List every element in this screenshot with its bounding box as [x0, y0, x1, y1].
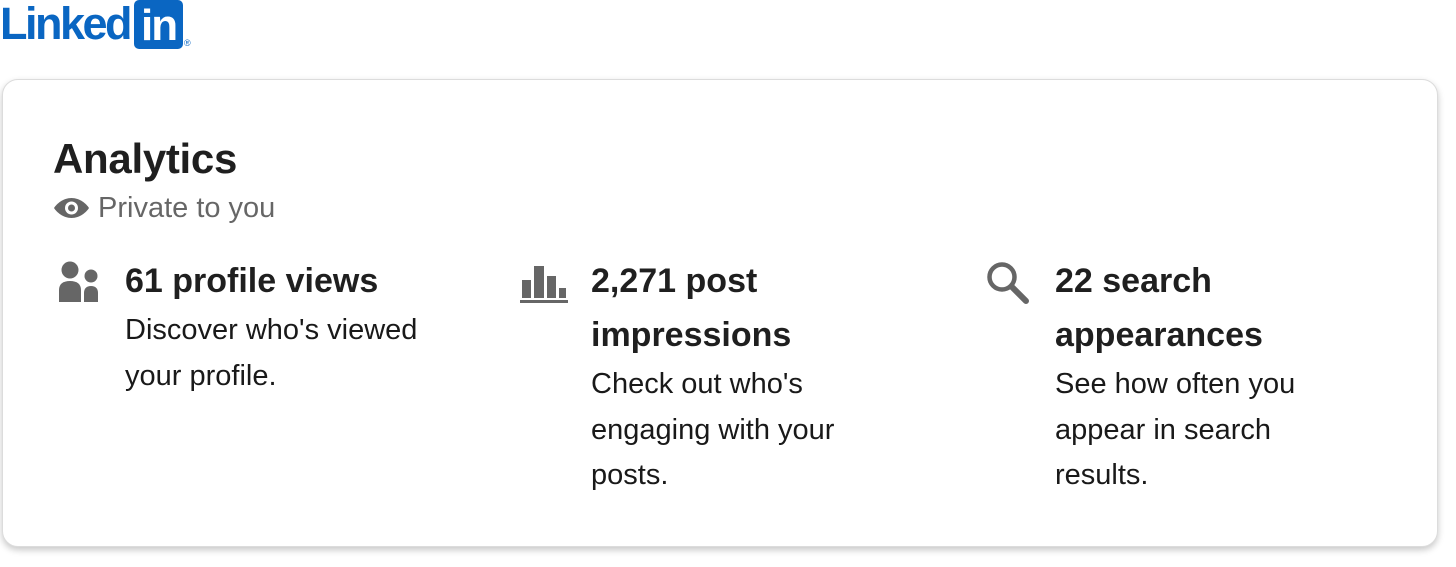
post-impressions-title[interactable]: 2,271 post impressions	[591, 254, 891, 362]
logo-wordmark: Linked	[0, 0, 133, 49]
bar-chart-icon	[520, 266, 568, 303]
profile-views-stat[interactable]: 61 profile views Discover who's viewed y…	[57, 260, 445, 399]
search-appearances-title[interactable]: 22 search appearances	[1055, 254, 1355, 362]
linkedin-logo[interactable]: Linked in ®	[0, 0, 191, 50]
analytics-card: Analytics Private to you 61 profile view…	[2, 79, 1438, 547]
privacy-label: Private to you	[98, 192, 276, 224]
search-appearances-stat[interactable]: 22 search appearances See how often you …	[985, 260, 1355, 499]
logo-in-box: in	[134, 0, 184, 49]
privacy-indicator: Private to you	[53, 190, 275, 226]
post-impressions-stat[interactable]: 2,271 post impressions Check out who's e…	[519, 260, 891, 499]
eye-icon	[54, 198, 89, 218]
search-appearances-description: See how often you appear in search resul…	[1055, 368, 1296, 491]
card-title: Analytics	[53, 135, 238, 182]
profile-views-title[interactable]: 61 profile views	[125, 254, 445, 308]
search-icon	[987, 262, 1029, 304]
registered-mark: ®	[184, 38, 191, 48]
people-icon	[59, 261, 98, 302]
post-impressions-description: Check out who's engaging with your posts…	[591, 368, 835, 491]
profile-views-description: Discover who's viewed your profile.	[125, 314, 418, 392]
